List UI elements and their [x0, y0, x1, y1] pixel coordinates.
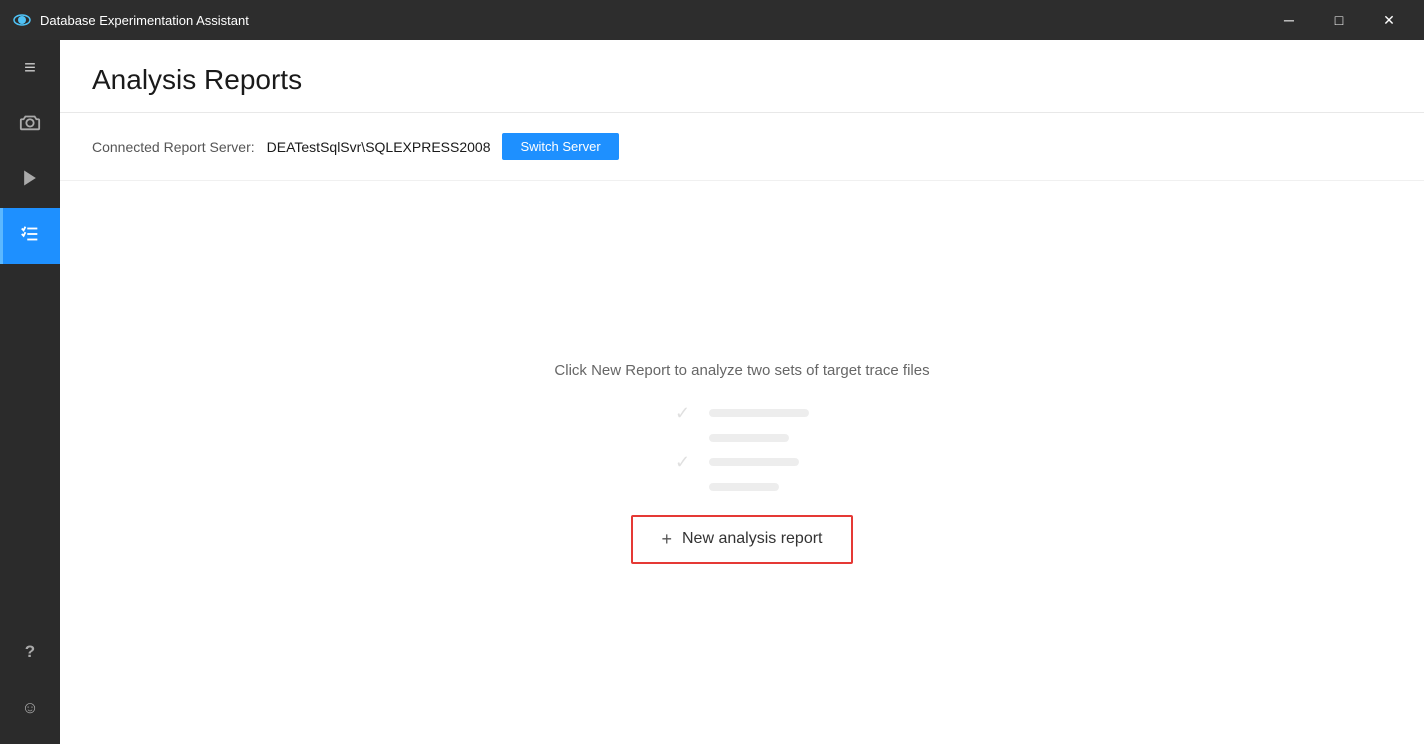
checklist-illustration: ✓ ✓: [675, 403, 809, 491]
page-title: Analysis Reports: [92, 64, 1392, 96]
app-icon: [12, 10, 32, 30]
app-body: ≡: [0, 40, 1424, 744]
window-controls: ─ □ ✕: [1266, 4, 1412, 36]
server-name: DEATestSqlSvr\SQLEXPRESS2008: [267, 139, 491, 155]
new-analysis-report-button[interactable]: + New analysis report: [631, 515, 852, 564]
empty-state: Click New Report to analyze two sets of …: [60, 181, 1424, 744]
camera-icon: [19, 111, 41, 138]
maximize-button[interactable]: □: [1316, 4, 1362, 36]
play-icon: [20, 168, 40, 193]
sidebar-item-analysis[interactable]: [0, 208, 60, 264]
page-header: Analysis Reports: [60, 40, 1424, 113]
checklist-row-3: ✓: [675, 452, 809, 473]
feedback-icon: ☺: [21, 698, 38, 718]
line-2: [709, 434, 789, 442]
list-check-icon: [19, 223, 41, 250]
sidebar-item-menu[interactable]: ≡: [0, 40, 60, 96]
title-bar: Database Experimentation Assistant ─ □ ✕: [0, 0, 1424, 40]
title-bar-left: Database Experimentation Assistant: [12, 10, 249, 30]
help-icon: ?: [25, 642, 35, 662]
sidebar-item-capture[interactable]: [0, 96, 60, 152]
sidebar-item-feedback[interactable]: ☺: [0, 680, 60, 736]
close-button[interactable]: ✕: [1366, 4, 1412, 36]
sidebar-bottom: ? ☺: [0, 624, 60, 744]
checklist-row-1: ✓: [675, 403, 809, 424]
menu-icon: ≡: [24, 57, 36, 80]
switch-server-button[interactable]: Switch Server: [502, 133, 618, 160]
line-4: [709, 483, 779, 491]
sidebar-nav: ≡: [0, 40, 60, 624]
new-report-label: New analysis report: [682, 530, 823, 548]
checklist-row-4: [675, 483, 809, 491]
connection-label: Connected Report Server:: [92, 139, 255, 155]
sidebar-item-help[interactable]: ?: [0, 624, 60, 680]
line-3: [709, 458, 799, 466]
app-title: Database Experimentation Assistant: [40, 13, 249, 28]
sidebar: ≡: [0, 40, 60, 744]
check-icon-3: ✓: [675, 452, 699, 473]
plus-icon: +: [661, 529, 672, 550]
connection-bar: Connected Report Server: DEATestSqlSvr\S…: [60, 113, 1424, 181]
sidebar-item-replay[interactable]: [0, 152, 60, 208]
main-content: Analysis Reports Connected Report Server…: [60, 40, 1424, 744]
empty-state-hint: Click New Report to analyze two sets of …: [554, 362, 929, 379]
minimize-button[interactable]: ─: [1266, 4, 1312, 36]
check-icon-1: ✓: [675, 403, 699, 424]
line-1: [709, 409, 809, 417]
checklist-row-2: [675, 434, 809, 442]
